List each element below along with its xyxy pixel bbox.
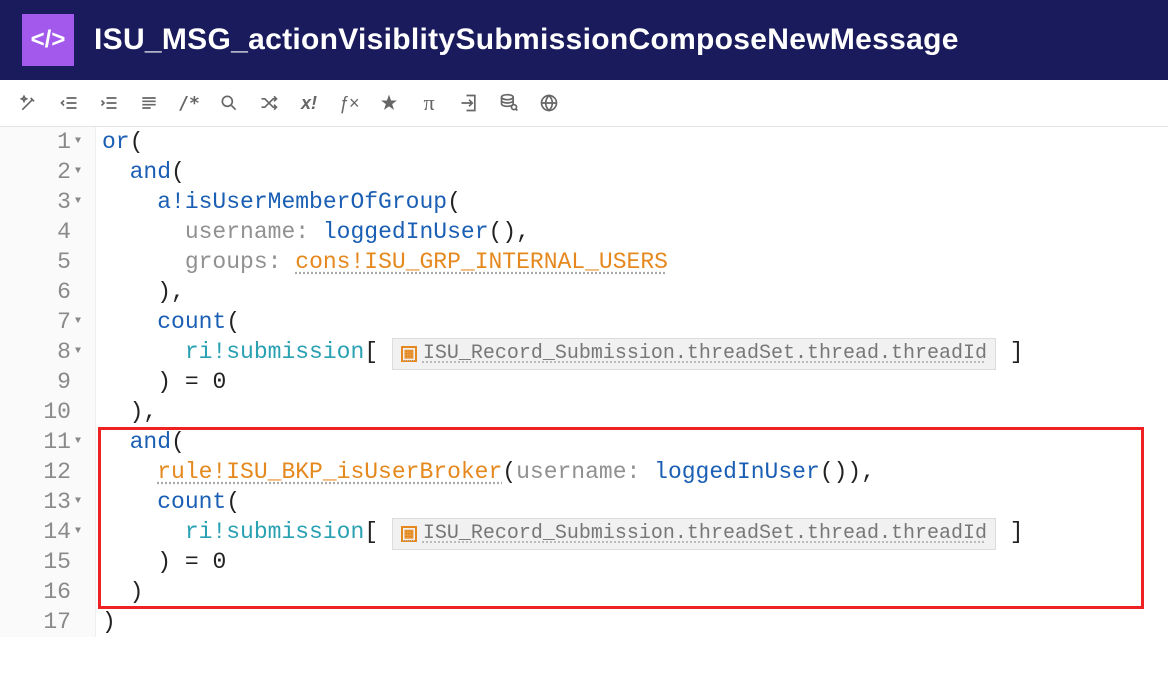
format-lines-icon[interactable] xyxy=(138,92,160,114)
search-icon[interactable] xyxy=(218,92,240,114)
line-number-gutter: 1▼ 2▼ 3▼ 4▼ 5▼ 6▼ 7▼ 8▼ 9▼ 10▼ 11▼ 12▼ 1… xyxy=(0,127,96,637)
expression-rule-icon: </> xyxy=(22,14,74,66)
shuffle-icon[interactable] xyxy=(258,92,280,114)
export-icon[interactable] xyxy=(458,92,480,114)
editor-toolbar: /* x! ƒ× π xyxy=(0,80,1168,127)
indent-icon[interactable] xyxy=(98,92,120,114)
page-title: ISU_MSG_actionVisiblitySubmissionCompose… xyxy=(94,23,959,57)
record-icon: ▦ xyxy=(401,346,417,362)
globe-icon[interactable] xyxy=(538,92,560,114)
database-icon[interactable] xyxy=(498,92,520,114)
star-icon[interactable] xyxy=(378,92,400,114)
outdent-icon[interactable] xyxy=(58,92,80,114)
code-editor[interactable]: 1▼ 2▼ 3▼ 4▼ 5▼ 6▼ 7▼ 8▼ 9▼ 10▼ 11▼ 12▼ 1… xyxy=(0,127,1168,637)
comment-icon[interactable]: /* xyxy=(178,92,200,114)
header-bar: </> ISU_MSG_actionVisiblitySubmissionCom… xyxy=(0,0,1168,80)
x-bang-icon[interactable]: x! xyxy=(298,92,320,114)
record-field-chip[interactable]: ▦ISU_Record_Submission.threadSet.thread.… xyxy=(392,338,996,370)
pi-icon[interactable]: π xyxy=(418,92,440,114)
code-content[interactable]: or( and( a!isUserMemberOfGroup( username… xyxy=(96,127,1168,637)
fx-icon[interactable]: ƒ× xyxy=(338,92,360,114)
record-field-chip[interactable]: ▦ISU_Record_Submission.threadSet.thread.… xyxy=(392,518,996,550)
record-icon: ▦ xyxy=(401,526,417,542)
magic-wand-icon[interactable] xyxy=(18,92,40,114)
